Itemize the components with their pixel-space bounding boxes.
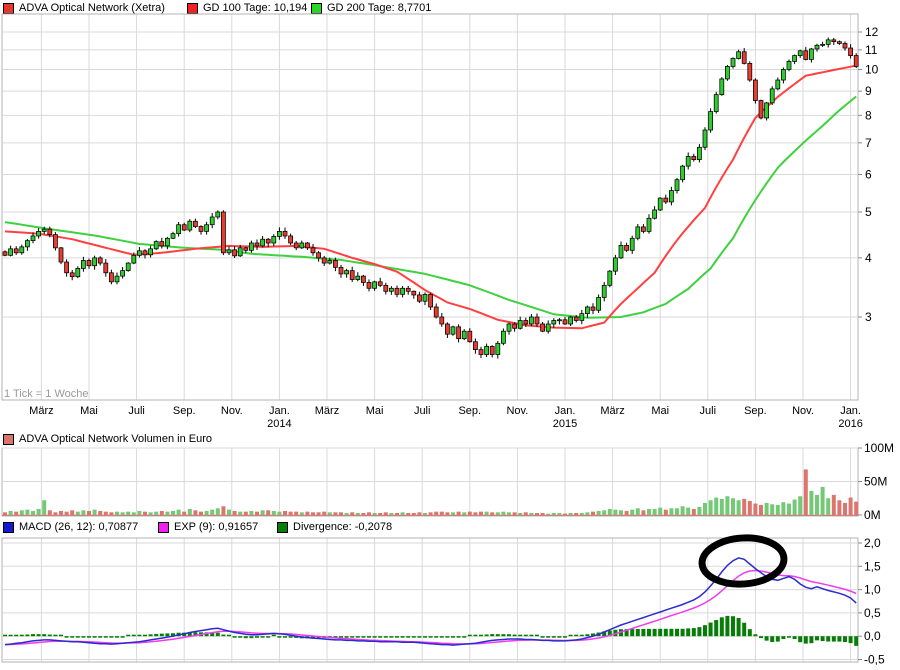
divergence-histogram (3, 615, 859, 646)
svg-text:1,0: 1,0 (864, 583, 881, 597)
svg-text:Nov.: Nov. (506, 405, 528, 417)
svg-text:-0,5: -0,5 (864, 653, 885, 667)
macd-panel: 2,0 1,5 1,0 0,5 0,0 -0,5 (1, 534, 885, 667)
svg-text:12: 12 (865, 25, 879, 39)
svg-text:8: 8 (865, 108, 872, 122)
svg-text:0,5: 0,5 (864, 606, 881, 620)
svg-text:2014: 2014 (267, 418, 291, 430)
svg-text:6: 6 (865, 168, 872, 182)
svg-text:2015: 2015 (553, 418, 577, 430)
svg-text:Mai: Mai (80, 405, 98, 417)
svg-text:Juli: Juli (700, 405, 717, 417)
macd-axis-labels: 2,0 1,5 1,0 0,5 0,0 -0,5 (858, 536, 885, 667)
svg-text:Jan.: Jan. (840, 405, 861, 417)
svg-text:5: 5 (865, 205, 872, 219)
svg-text:50M: 50M (864, 475, 887, 489)
svg-text:11: 11 (865, 43, 878, 57)
svg-text:Jan.: Jan. (269, 405, 290, 417)
svg-text:März: März (600, 405, 624, 417)
svg-text:Mai: Mai (651, 405, 669, 417)
svg-text:10: 10 (865, 62, 879, 76)
svg-text:0,0: 0,0 (864, 629, 881, 643)
svg-text:Juli: Juli (414, 405, 431, 417)
svg-text:0M: 0M (864, 508, 881, 522)
svg-text:3: 3 (865, 310, 872, 324)
candlesticks (2, 37, 859, 359)
volume-bars (2, 469, 859, 516)
svg-text:Juli: Juli (128, 405, 145, 417)
svg-text:7: 7 (865, 136, 872, 150)
svg-text:9: 9 (865, 84, 872, 98)
svg-text:Mai: Mai (366, 405, 384, 417)
date-axis-labels: März Mai Juli Sep. Nov. Jan.2014März Mai Juli Se… (29, 405, 863, 430)
chart-canvas: 1211109876543 März Mai Juli Sep. Nov. Jan.201… (1, 13, 894, 667)
price-axis-labels: 12 11 10 9 8 7 6 5 4 3 (858, 25, 879, 324)
svg-text:Sep.: Sep. (744, 405, 767, 417)
svg-text:März: März (315, 405, 339, 417)
volume-panel: 100M 50M 0M (1, 441, 894, 522)
svg-text:100M: 100M (864, 441, 894, 455)
moving-average-lines (4, 64, 857, 330)
svg-text:2,0: 2,0 (864, 536, 881, 550)
volume-axis-labels: 100M 50M 0M (858, 441, 894, 522)
svg-text:Nov.: Nov. (221, 405, 243, 417)
svg-text:Nov.: Nov. (792, 405, 814, 417)
svg-text:2016: 2016 (838, 418, 862, 430)
volume-gridlines (1, 447, 859, 517)
svg-text:4: 4 (865, 251, 872, 265)
svg-text:1,5: 1,5 (864, 559, 881, 573)
svg-text:Jan.: Jan. (555, 405, 576, 417)
price-panel: 1211109876543 März Mai Juli Sep. Nov. Jan.201… (1, 13, 879, 430)
svg-text:Sep.: Sep. (458, 405, 481, 417)
svg-text:Sep.: Sep. (173, 405, 196, 417)
svg-text:März: März (29, 405, 53, 417)
